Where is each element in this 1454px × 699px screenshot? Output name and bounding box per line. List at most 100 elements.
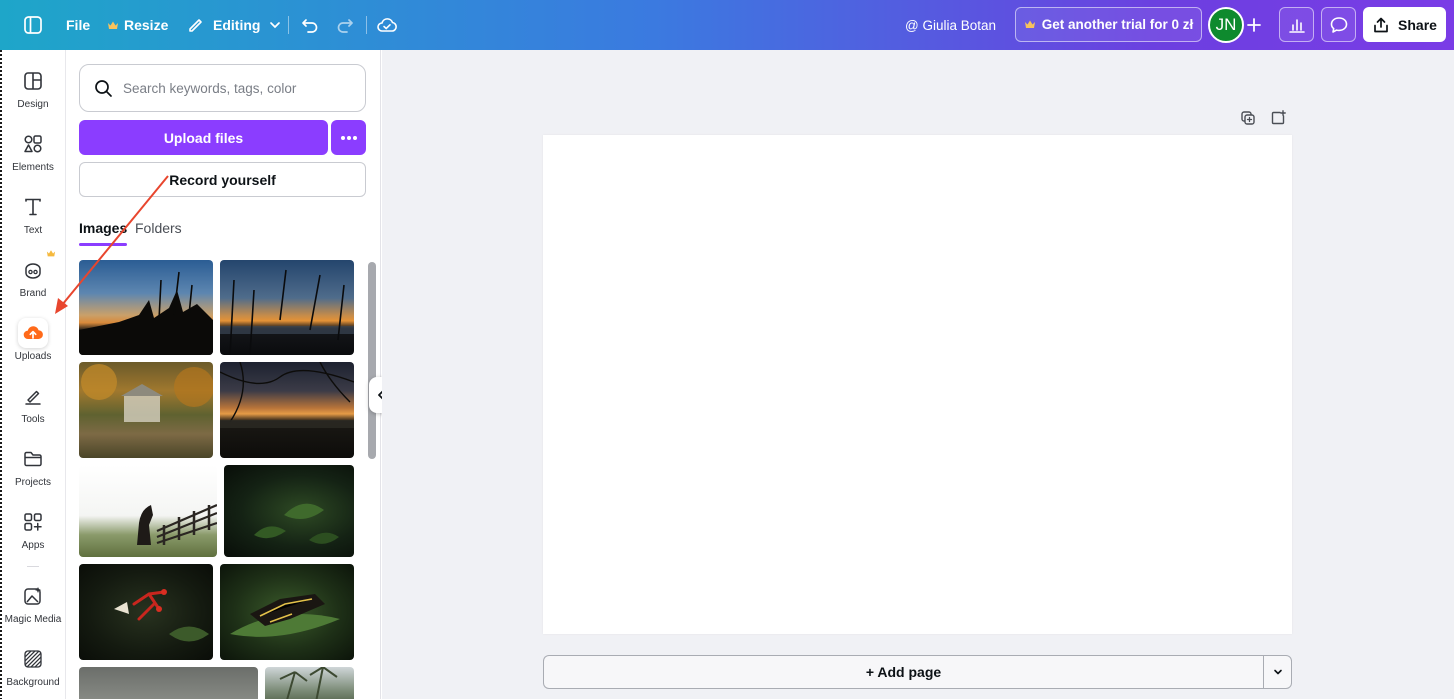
search-box[interactable] <box>79 64 366 112</box>
share-icon <box>1374 17 1388 32</box>
sunset-plants-image <box>79 271 213 355</box>
design-icon <box>18 66 48 96</box>
cloud-check-icon <box>377 18 397 32</box>
tab-images[interactable]: Images <box>79 220 128 246</box>
rail-item-elements[interactable]: Elements <box>0 129 66 185</box>
pencil-icon <box>189 19 202 32</box>
upload-files-button[interactable]: Upload files <box>79 120 328 155</box>
rail-item-projects[interactable]: Projects <box>0 444 66 500</box>
folder-icon <box>18 444 48 474</box>
owner-label[interactable]: @ Giulia Botan <box>905 0 996 50</box>
tab-folders[interactable]: Folders <box>135 220 182 246</box>
rail-label: Tools <box>21 414 45 425</box>
rail-label: Magic Media <box>4 614 62 625</box>
upload-thumbnail[interactable] <box>220 362 354 458</box>
upload-thumbnail[interactable] <box>220 260 354 355</box>
upload-thumbnail[interactable] <box>224 465 354 557</box>
resize-button[interactable]: Resize <box>107 0 168 50</box>
save-status-button[interactable] <box>376 0 398 50</box>
rail-item-uploads[interactable]: Uploads <box>0 318 66 374</box>
sunset-branches-image <box>220 362 354 428</box>
rail-item-design[interactable]: Design <box>0 66 66 122</box>
redo-icon <box>337 19 353 33</box>
comment-icon <box>1330 16 1347 33</box>
search-input[interactable] <box>123 80 353 96</box>
upload-more-button[interactable] <box>331 120 366 155</box>
design-page[interactable] <box>543 135 1292 634</box>
page-actions <box>1240 110 1286 126</box>
brand-icon <box>18 255 48 285</box>
apps-icon <box>18 507 48 537</box>
search-icon <box>95 79 112 97</box>
upload-cloud-icon <box>18 318 48 348</box>
rail-divider <box>27 566 39 567</box>
rail-label: Background <box>6 677 60 688</box>
garden-gazebo-image <box>81 364 213 422</box>
red-flower-butterfly-image <box>114 589 209 642</box>
rail-item-brand[interactable]: Brand <box>0 255 66 311</box>
top-bar: File Resize Editing @ Giulia Botan Get a… <box>0 0 1454 50</box>
swallowtail-butterfly-image <box>230 594 340 637</box>
rail-item-apps[interactable]: Apps <box>0 507 66 563</box>
upload-thumbnail[interactable] <box>79 260 213 355</box>
sidebar-toggle-icon <box>24 16 42 34</box>
avatar[interactable]: JN <box>1208 7 1244 43</box>
plus-icon <box>1247 18 1261 32</box>
chevron-down-icon <box>270 22 281 29</box>
rail-item-background[interactable]: Background <box>0 644 66 699</box>
panel-scrollbar[interactable] <box>368 262 376 459</box>
upload-thumbnail[interactable] <box>79 564 213 660</box>
sidebar-toggle-button[interactable] <box>23 0 43 50</box>
share-label: Share <box>1398 16 1437 33</box>
rail-item-text[interactable]: Text <box>0 192 66 248</box>
upload-thumbnail[interactable] <box>79 362 213 458</box>
add-page-icon[interactable] <box>1270 110 1286 126</box>
add-page-button[interactable]: + Add page <box>543 655 1263 689</box>
comments-button[interactable] <box>1321 7 1356 42</box>
background-icon <box>18 644 48 674</box>
trial-button[interactable]: Get another trial for 0 zł <box>1015 7 1202 42</box>
resize-label: Resize <box>124 17 169 33</box>
rail-label: Uploads <box>14 351 52 362</box>
sunset-river-image <box>220 269 354 355</box>
text-icon <box>18 192 48 222</box>
duplicate-page-icon[interactable] <box>1240 110 1256 126</box>
undo-icon <box>302 19 318 33</box>
uploads-panel: Upload files Record yourself Images Fold… <box>66 50 381 699</box>
upload-thumbnail[interactable] <box>265 667 354 699</box>
rail-item-tools[interactable]: Tools <box>0 381 66 437</box>
elements-icon <box>18 129 48 159</box>
rail-label: Elements <box>12 162 54 173</box>
share-button[interactable]: Share <box>1363 7 1446 42</box>
file-menu[interactable]: File <box>66 0 90 50</box>
undo-button[interactable] <box>300 0 320 50</box>
upload-thumbnail[interactable] <box>220 564 354 660</box>
upload-thumbnail[interactable] <box>79 667 258 699</box>
rail-item-magic-media[interactable]: Magic Media <box>0 581 66 637</box>
crown-icon <box>108 21 118 29</box>
magic-media-icon <box>18 581 48 611</box>
tools-icon <box>18 381 48 411</box>
redo-button[interactable] <box>335 0 355 50</box>
add-page-options-button[interactable] <box>1263 655 1292 689</box>
upload-thumbnail[interactable] <box>79 465 217 557</box>
add-collaborator-button[interactable] <box>1246 0 1262 50</box>
toolbar-divider <box>288 16 289 34</box>
palm-trees-image <box>279 667 338 699</box>
trial-label: Get another trial for 0 zł <box>1041 17 1194 32</box>
rail-label: Text <box>23 225 43 236</box>
editing-label: Editing <box>213 17 261 33</box>
analytics-icon <box>1288 18 1305 33</box>
analytics-button[interactable] <box>1279 7 1314 42</box>
editing-mode-button[interactable]: Editing <box>187 0 282 50</box>
rail-label: Projects <box>14 477 52 488</box>
record-yourself-button[interactable]: Record yourself <box>79 162 366 197</box>
dark-leaves-image <box>254 503 339 544</box>
crown-icon <box>46 250 56 257</box>
toolbar-divider <box>366 16 367 34</box>
rail-label: Brand <box>19 288 47 299</box>
horse-fence-image <box>137 503 217 545</box>
chevron-down-icon <box>1273 669 1282 675</box>
rail-label: Design <box>17 99 49 110</box>
rail-label: Apps <box>21 540 45 551</box>
